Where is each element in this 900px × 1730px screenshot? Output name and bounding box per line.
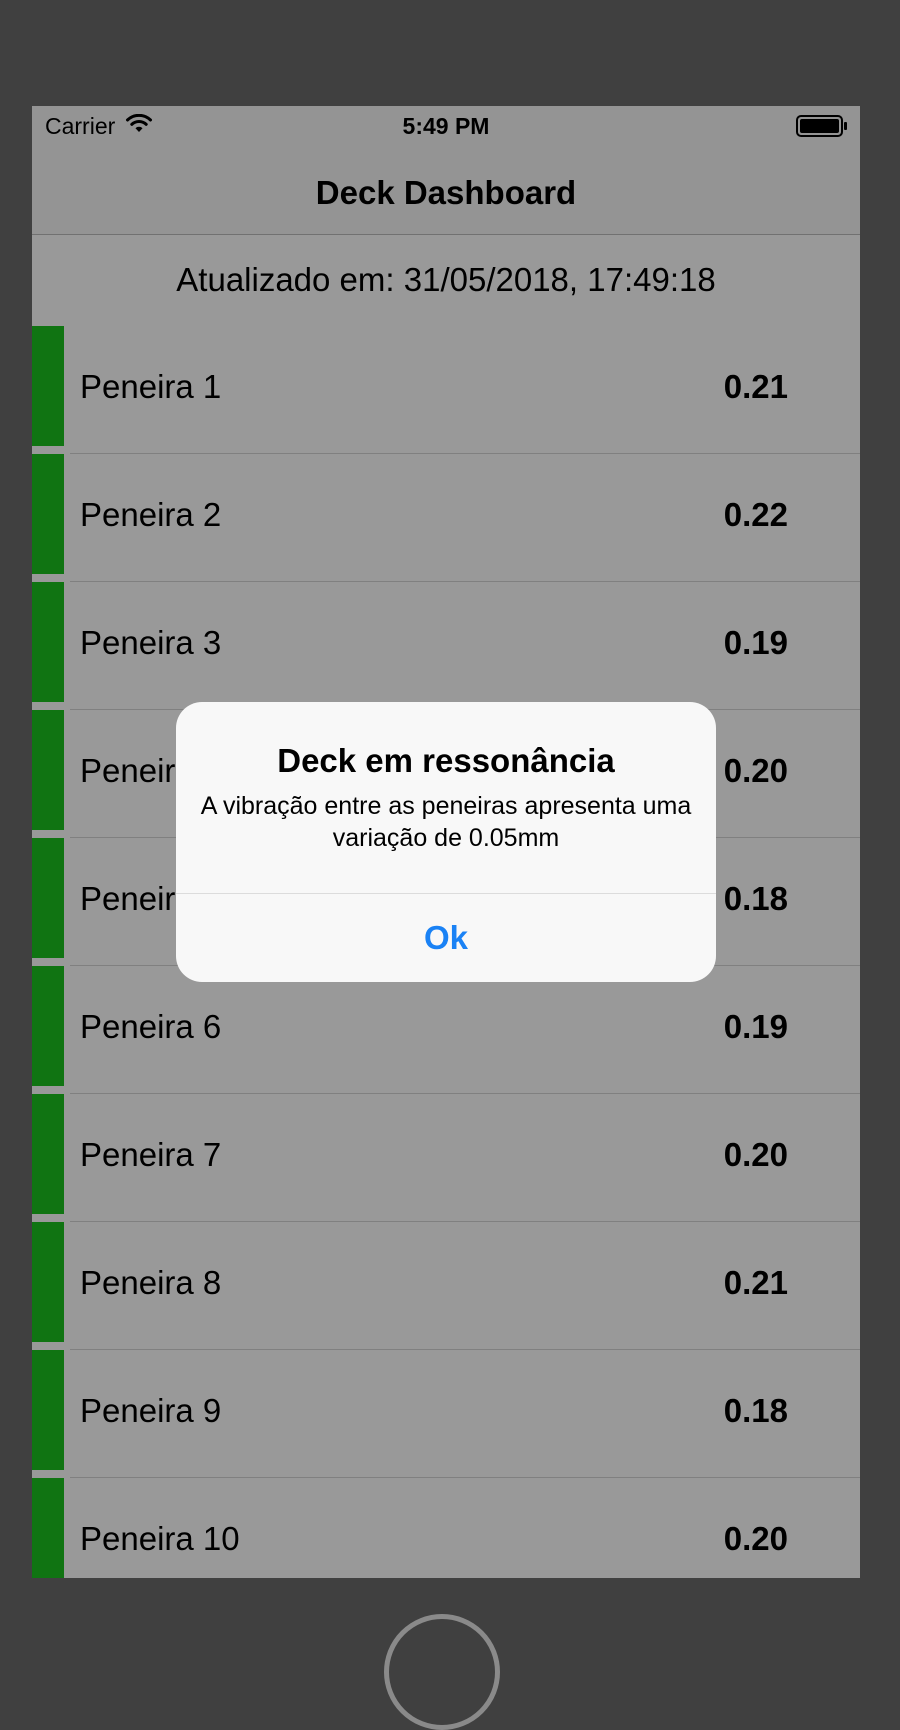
- ok-button[interactable]: Ok: [176, 894, 716, 982]
- phone-screen: Carrier 5:49 PM Deck Dashboard Atualizad…: [32, 106, 860, 1578]
- home-button[interactable]: [384, 1614, 500, 1730]
- alert-title: Deck em ressonância: [277, 742, 615, 779]
- alert-dialog: Deck em ressonância A vibração entre as …: [176, 702, 716, 982]
- alert-message: A vibração entre as peneiras apresenta u…: [200, 792, 692, 852]
